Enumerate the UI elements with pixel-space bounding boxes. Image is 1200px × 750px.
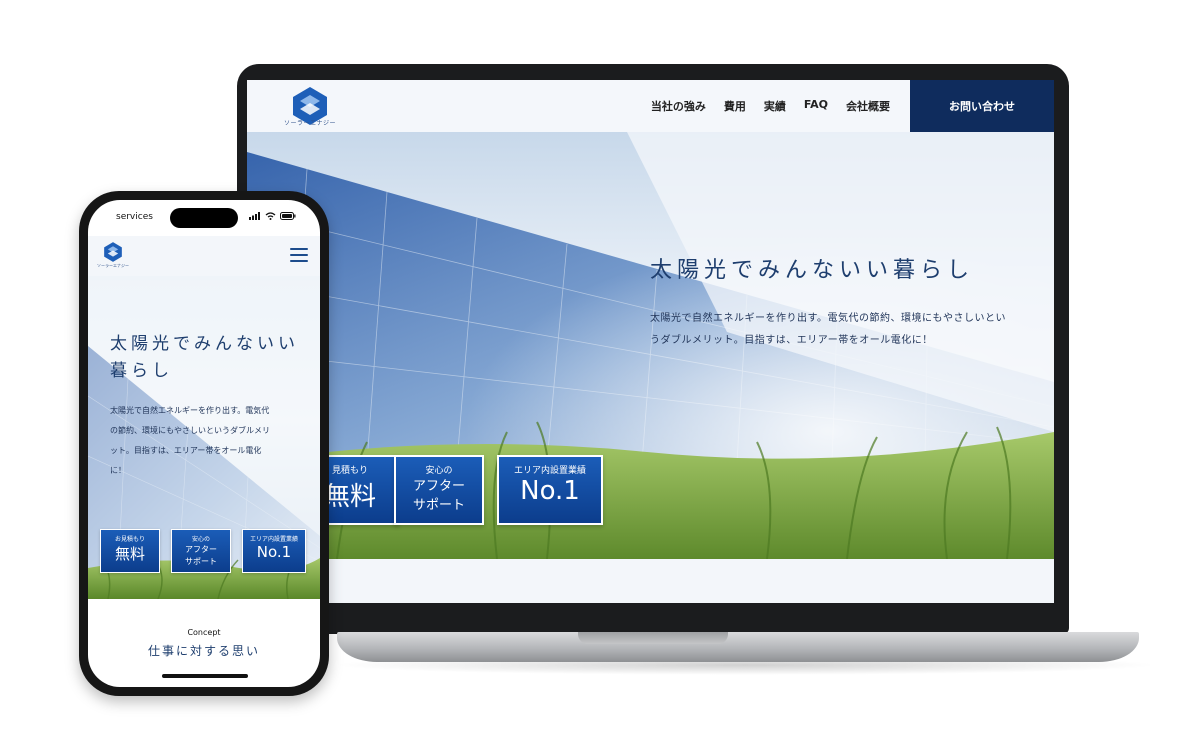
badge-value-line: アフター — [412, 479, 465, 494]
mobile-site-header: ソーラーエナジー — [88, 236, 320, 276]
home-indicator[interactable] — [162, 674, 248, 678]
badge-value-line: サポート — [412, 498, 465, 513]
badge-label: エリア内設置業績 — [249, 536, 298, 543]
nav-item-cost[interactable]: 費用 — [724, 98, 746, 114]
badge-value-line: アフター — [185, 545, 217, 554]
mobile-hero-title: 太陽光でみんないい 暮らし — [110, 331, 310, 385]
concept-label: Concept — [187, 628, 221, 637]
mobile-hero-title-line: 太陽光でみんないい — [110, 334, 299, 354]
status-bar-icons — [249, 212, 296, 220]
badge-value: No.1 — [520, 476, 580, 506]
battery-icon — [280, 212, 296, 220]
hero-copy: 太陽光でみんないい暮らし 太陽光で自然エネルギーを作り出す。電気代の節約、環境に… — [650, 252, 1030, 352]
mobile-hero-section: 太陽光でみんないい 暮らし 太陽光で自然エネルギーを作り出す。電気代 の節約、環… — [88, 276, 320, 599]
hero-description-line: 太陽光で自然エネルギーを作り出す。電気代の節約、環境にもやさしいとい — [650, 313, 1006, 324]
mobile-brand-name: ソーラーエナジー — [97, 263, 129, 268]
laptop-base — [337, 632, 1139, 662]
badge-label: 安心の — [425, 466, 453, 476]
laptop-screen: ソーラーエナジー 当社の強み 費用 実績 FAQ 会社概要 お問い合わせ 太陽光… — [247, 80, 1054, 603]
mobile-hero-description-line: 太陽光で自然エネルギーを作り出す。電気代 — [110, 406, 270, 415]
mobile-hero-description: 太陽光で自然エネルギーを作り出す。電気代 の節約、環境にもやさしいというダブルメ… — [110, 401, 310, 481]
badge-value: 無料 — [114, 545, 145, 563]
mobile-hero-title-line: 暮らし — [110, 361, 173, 381]
concept-title: 仕事に対する思い — [147, 644, 260, 658]
nav-item-results[interactable]: 実績 — [764, 98, 786, 114]
wifi-icon — [265, 212, 276, 220]
mobile-brand-logo-icon[interactable] — [100, 240, 126, 264]
contact-button[interactable]: お問い合わせ — [910, 80, 1054, 132]
mobile-badge-area-no1[interactable]: エリア内設置業績 No.1 — [242, 529, 306, 573]
hero-description-line: うダブルメリット。目指すは、エリアー帯をオール電化に！ — [650, 335, 933, 346]
signal-icon — [249, 212, 260, 220]
nav-item-company[interactable]: 会社概要 — [846, 98, 890, 114]
status-bar-text: services — [116, 212, 153, 222]
main-nav: 当社の強み 費用 実績 FAQ 会社概要 — [651, 98, 890, 114]
site-header: ソーラーエナジー 当社の強み 費用 実績 FAQ 会社概要 お問い合わせ — [247, 80, 1054, 132]
hero-title: 太陽光でみんないい暮らし — [650, 258, 975, 283]
mobile-badge-free-estimate[interactable]: お見積もり 無料 — [100, 529, 160, 573]
badge-value: No.1 — [256, 543, 292, 561]
mobile-hero-description-line: に！ — [110, 466, 126, 475]
badge-label: お見積もり — [114, 536, 145, 543]
mobile-hero-description-line: の節約、環境にもやさしいというダブルメリ — [110, 426, 270, 435]
badge-label: 安心の — [191, 536, 210, 543]
badge-label: エリア内設置業績 — [513, 466, 586, 476]
hero-description: 太陽光で自然エネルギーを作り出す。電気代の節約、環境にもやさしいとい うダブルメ… — [650, 308, 1030, 352]
badge-after-support[interactable]: 安心の アフター サポート — [394, 455, 484, 525]
hero-bottom-strip — [247, 559, 1054, 603]
nav-item-strengths[interactable]: 当社の強み — [651, 98, 706, 114]
nav-item-faq[interactable]: FAQ — [804, 98, 828, 114]
mobile-badge-after-support[interactable]: 安心の アフター サポート — [171, 529, 231, 573]
hamburger-menu-icon[interactable] — [290, 248, 308, 262]
phone-screen: services 太陽光でみんないい 暮らし 太陽光で自然エネルギーを作り出す。… — [88, 200, 320, 687]
brand-name: ソーラーエナジー — [284, 120, 337, 127]
laptop-notch — [578, 632, 728, 644]
badge-area-no1[interactable]: エリア内設置業績 No.1 — [497, 455, 603, 525]
dynamic-island — [170, 208, 238, 228]
badge-value-line: サポート — [185, 557, 217, 566]
mobile-hero-description-line: ット。目指すは、エリアー帯をオール電化 — [110, 446, 262, 455]
